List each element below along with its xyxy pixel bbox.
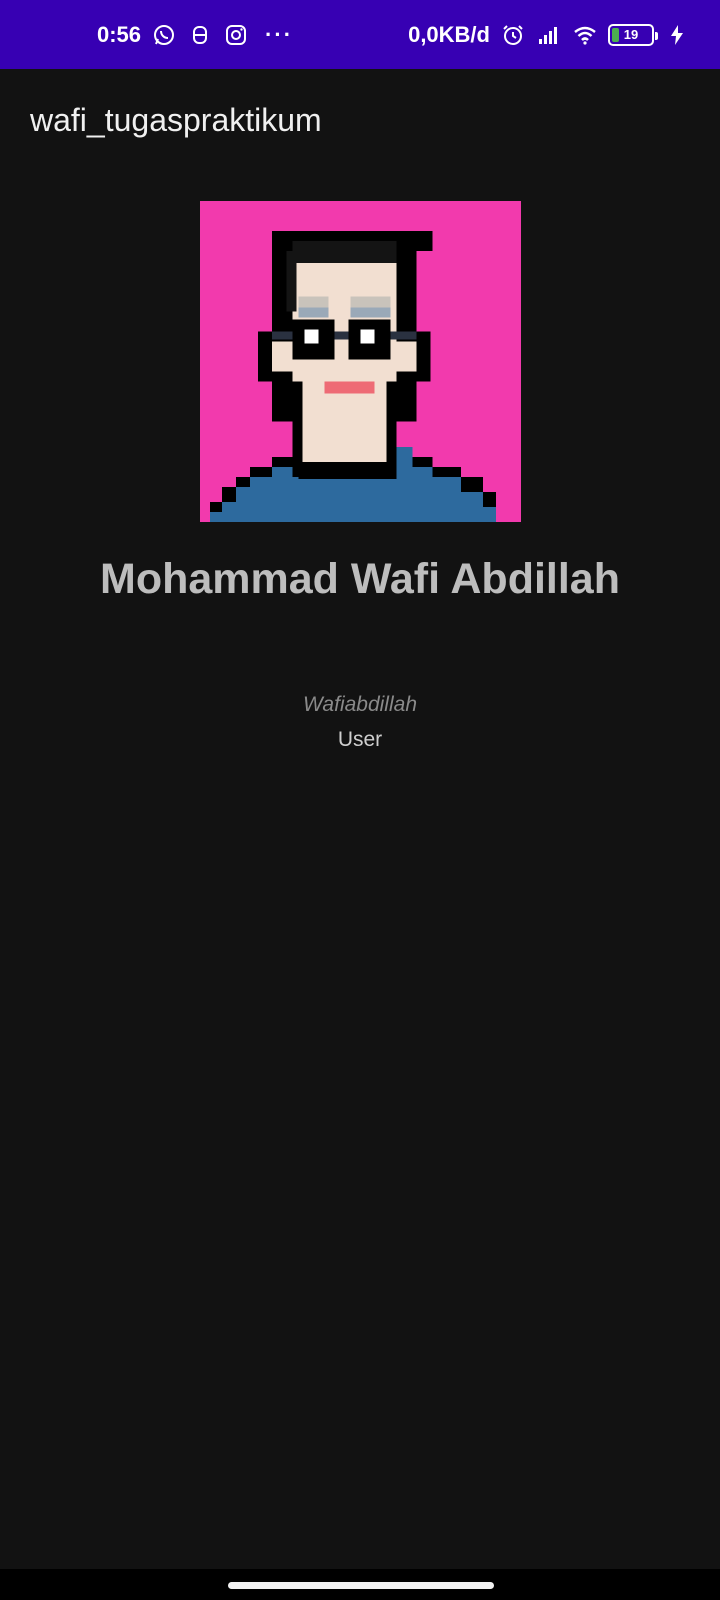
instagram-icon <box>223 22 249 48</box>
profile-username: Wafiabdillah <box>302 693 417 716</box>
notification-icon <box>187 22 213 48</box>
more-notifications-icon: ··· <box>265 21 294 47</box>
status-bar: 0:56 ··· 0,0KB/d 19 <box>0 0 720 69</box>
profile-avatar <box>200 201 521 522</box>
battery-icon: 19 <box>608 23 658 46</box>
app-bar: wafi_tugaspraktikum <box>0 69 720 177</box>
alarm-icon <box>500 22 526 48</box>
status-bar-right: 0,0KB/d 19 <box>408 0 690 69</box>
charging-icon <box>664 22 690 48</box>
net-speed: 0,0KB/d <box>408 21 490 47</box>
battery-fill <box>612 27 619 42</box>
clock: 0:56 <box>97 21 142 47</box>
profile-name: Mohammad Wafi Abdillah <box>100 555 620 603</box>
battery-level: 19 <box>623 27 639 42</box>
app-title: wafi_tugaspraktikum <box>30 102 322 138</box>
signal-icon <box>536 22 562 48</box>
status-bar-left: 0:56 ··· <box>97 0 293 69</box>
wifi-icon <box>572 22 598 48</box>
whatsapp-icon <box>151 22 177 48</box>
profile-role: User <box>337 728 383 751</box>
gesture-handle[interactable] <box>228 1582 494 1589</box>
